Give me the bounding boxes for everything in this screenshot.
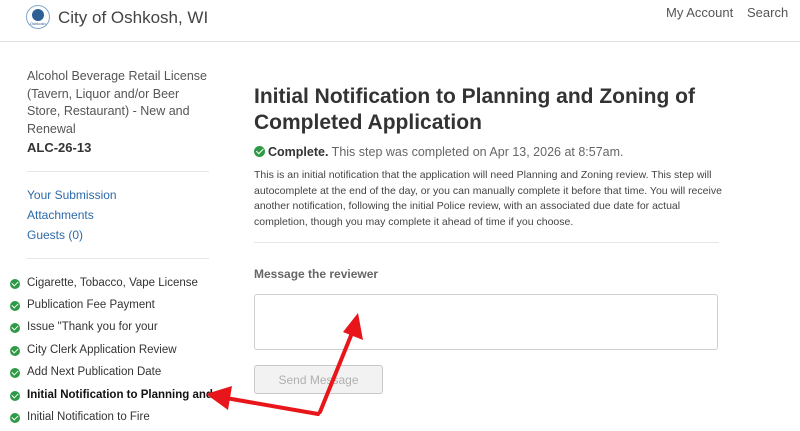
step-label: Issue "Thank you for your <box>27 321 158 333</box>
message-label: Message the reviewer <box>254 267 379 281</box>
site-name[interactable]: City of Oshkosh, WI <box>58 8 208 28</box>
check-circle-icon <box>10 368 20 378</box>
check-circle-icon <box>10 391 20 401</box>
step-status: Complete. This step was completed on Apr… <box>254 145 624 159</box>
status-text: This step was completed on Apr 13, 2026 … <box>328 145 624 159</box>
content-divider <box>254 242 719 243</box>
sidebar-divider <box>27 171 209 172</box>
check-circle-icon <box>10 346 20 356</box>
message-input[interactable] <box>254 294 718 350</box>
page-title: Initial Notification to Planning and Zon… <box>254 85 695 134</box>
license-title: Alcohol Beverage Retail License (Tavern,… <box>27 69 207 136</box>
step-label: Initial Notification to Fire <box>27 411 150 423</box>
check-circle-icon <box>254 146 265 157</box>
search-link[interactable]: Search <box>747 5 788 20</box>
step-label: Add Next Publication Date <box>27 366 162 378</box>
license-code: ALC-26-13 <box>27 140 92 155</box>
logo-caption: Oshkosh <box>30 21 46 26</box>
check-circle-icon <box>10 301 20 311</box>
step-description: This is an initial notification that the… <box>254 169 722 228</box>
check-circle-icon <box>10 279 20 289</box>
step-label: Publication Fee Payment <box>27 299 155 311</box>
city-logo-icon[interactable]: Oshkosh <box>26 5 50 29</box>
top-header: Oshkosh City of Oshkosh, WI My Account S… <box>0 0 800 42</box>
sidebar-link-your-submission[interactable]: Your Submission <box>27 188 117 202</box>
sidebar-link-attachments[interactable]: Attachments <box>27 208 94 222</box>
step-label: Initial Notification to Planning and <box>27 389 213 401</box>
step-label: Cigarette, Tobacco, Vape License <box>27 277 198 289</box>
send-message-button[interactable]: Send Message <box>254 365 383 394</box>
sidebar-link-guests[interactable]: Guests (0) <box>27 228 83 242</box>
my-account-link[interactable]: My Account <box>666 5 733 20</box>
sidebar-divider <box>27 258 209 259</box>
step-label: City Clerk Application Review <box>27 344 177 356</box>
check-circle-icon <box>10 413 20 423</box>
check-circle-icon <box>10 323 20 333</box>
status-label: Complete. <box>268 145 329 159</box>
